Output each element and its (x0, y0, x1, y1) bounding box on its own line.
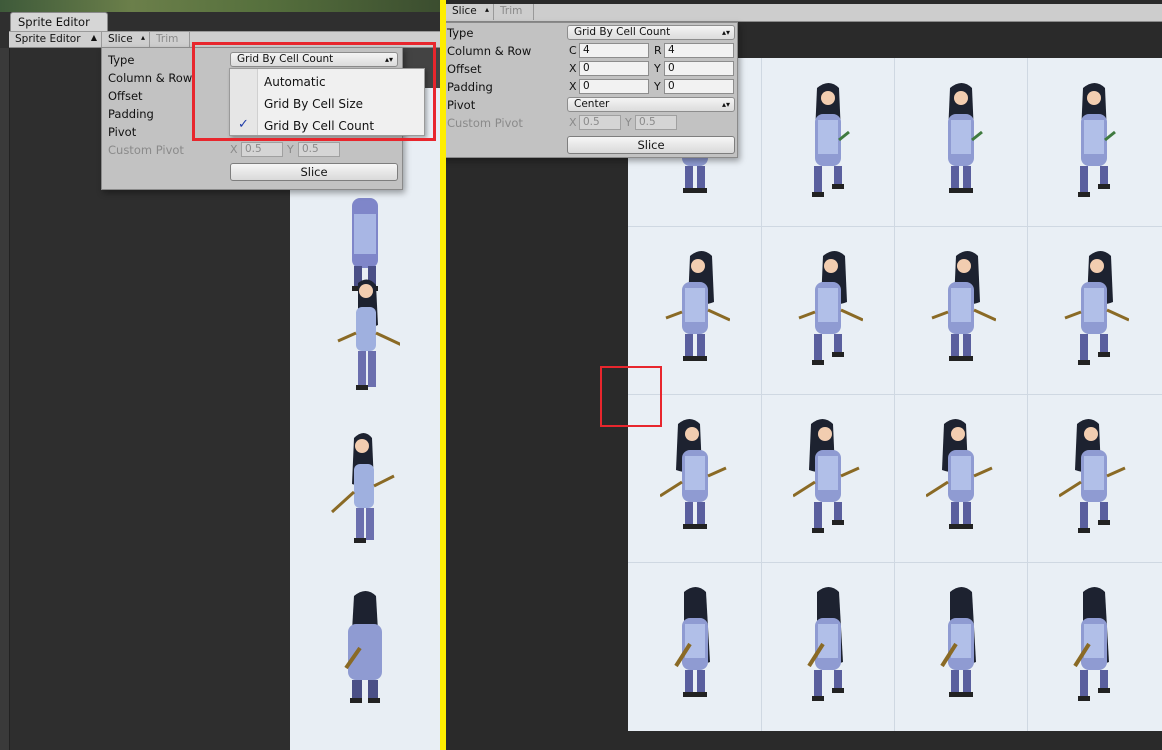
offset-y-field[interactable]: 0 (664, 61, 734, 76)
offset-label: Offset (108, 89, 143, 103)
character-sprite-front (948, 83, 983, 193)
dropdown-arrow-icon: ▲︎ (90, 33, 97, 42)
offset-y-label: Y (654, 62, 661, 75)
dropdown-arrow-icon: ▴ (140, 33, 145, 42)
character-sprite-right (926, 419, 993, 529)
slice-button[interactable]: Slice (567, 136, 735, 154)
left-sidebar-strip (0, 48, 10, 750)
custom-pivot-x-label: X (569, 116, 577, 129)
character-sprite-back (1073, 587, 1110, 701)
padding-label: Padding (447, 80, 493, 94)
offset-label: Offset (447, 62, 482, 76)
slice-menu-label: Slice (108, 33, 133, 45)
padding-y-field[interactable]: 0 (664, 79, 734, 94)
custom-pivot-y-label: Y (625, 116, 632, 129)
column-row-label: Column & Row (108, 71, 193, 85)
type-dropdown-value: Grid By Cell Count (574, 26, 671, 38)
custom-pivot-label: Custom Pivot (447, 116, 523, 130)
character-sprite-left (337, 279, 400, 390)
left-sprite-editor-window: Sprite Editor Sprite Editor ▲︎ Slice ▴ T… (0, 0, 440, 750)
custom-pivot-x-field[interactable]: 0.5 (579, 115, 621, 130)
character-sprite-back (940, 587, 976, 697)
sprite-texture-grid[interactable] (628, 58, 1162, 731)
rows-field[interactable]: 4 (664, 43, 734, 58)
sprite-editor-window-tab[interactable]: Sprite Editor (10, 12, 108, 31)
right-toolbar: Slice ▴ Trim (446, 4, 1162, 22)
highlight-box-canvas-edge (600, 366, 662, 427)
custom-pivot-y-field[interactable]: 0.5 (635, 115, 677, 130)
columns-label: C (569, 44, 577, 57)
slice-settings-popup: Type Grid By Cell Count ▴▾ Column & Row … (446, 22, 738, 158)
character-sprite-back (344, 591, 382, 703)
character-sprite-left (798, 251, 863, 365)
custom-pivot-y-field[interactable]: 0.5 (298, 142, 340, 157)
dropdown-arrow-icon: ▴▾ (721, 28, 730, 37)
character-sprite-back (807, 587, 844, 701)
sprite-editor-mode-dropdown[interactable]: Sprite Editor ▲︎ (9, 32, 102, 48)
custom-pivot-x-label: X (230, 143, 238, 156)
character-sprite-back (674, 587, 710, 697)
trim-button[interactable]: Trim (494, 4, 534, 20)
sprite-editor-mode-label: Sprite Editor (15, 33, 81, 45)
pivot-dropdown[interactable]: Center ▴▾ (567, 97, 735, 112)
slice-menu-button[interactable]: Slice ▴ (446, 4, 494, 20)
character-sprite-left (931, 251, 996, 361)
columns-field[interactable]: 4 (579, 43, 649, 58)
padding-x-label: X (569, 80, 577, 93)
padding-x-field[interactable]: 0 (579, 79, 649, 94)
padding-label: Padding (108, 107, 154, 121)
custom-pivot-y-label: Y (287, 143, 294, 156)
rows-label: R (654, 44, 662, 57)
type-label: Type (447, 26, 474, 40)
character-sprite-right (660, 419, 727, 529)
padding-y-label: Y (654, 80, 661, 93)
scene-background-strip (0, 0, 440, 12)
type-dropdown[interactable]: Grid By Cell Count ▴▾ (567, 25, 735, 40)
pivot-dropdown-value: Center (574, 98, 610, 110)
character-sprite-right (1059, 419, 1126, 533)
character-sprite-left (1064, 251, 1129, 365)
character-sprite-right (793, 419, 860, 533)
custom-pivot-label: Custom Pivot (108, 143, 184, 157)
dropdown-arrow-icon: ▴▾ (721, 100, 730, 109)
column-row-label: Column & Row (447, 44, 532, 58)
right-sprite-editor-window: Slice ▴ Trim Type Grid By Cell Count ▴▾ … (446, 0, 1162, 750)
slice-button[interactable]: Slice (230, 163, 398, 181)
slice-grid-line (628, 394, 1162, 395)
slice-grid-line (628, 562, 1162, 563)
character-sprite-right (330, 433, 395, 543)
type-label: Type (108, 53, 135, 67)
character-sprite-front (812, 83, 850, 197)
highlight-box-dropdown (192, 42, 436, 141)
trim-button[interactable]: Trim (150, 32, 190, 48)
pivot-label: Pivot (447, 98, 476, 112)
custom-pivot-x-field[interactable]: 0.5 (241, 142, 283, 157)
character-sprite-left (665, 251, 730, 361)
slice-grid-line (628, 226, 1162, 227)
offset-x-field[interactable]: 0 (579, 61, 649, 76)
character-sprite-front (1078, 83, 1116, 197)
pivot-label: Pivot (108, 125, 137, 139)
offset-x-label: X (569, 62, 577, 75)
workspace-bottom (446, 731, 1162, 750)
slice-menu-button[interactable]: Slice ▴ (102, 32, 150, 48)
dropdown-arrow-icon: ▴ (484, 5, 489, 14)
slice-menu-label: Slice (452, 5, 477, 17)
